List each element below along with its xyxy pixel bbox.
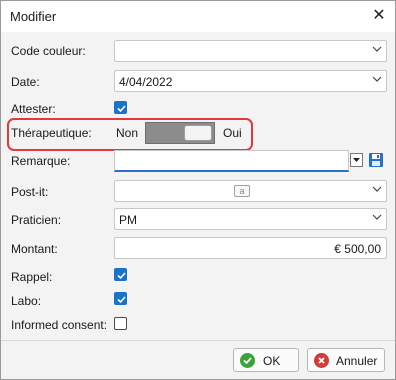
informed-consent-checkbox[interactable] bbox=[114, 317, 127, 330]
cancel-circle-icon bbox=[314, 353, 329, 368]
dialog-title: Modifier bbox=[10, 9, 57, 24]
chevron-down-icon bbox=[372, 46, 382, 52]
switch-off-label: Non bbox=[116, 126, 139, 140]
checkmark-icon bbox=[117, 296, 126, 304]
checkmark-icon bbox=[117, 105, 126, 113]
montant-value: € 500,00 bbox=[334, 242, 381, 256]
title-bar: Modifier ✕ bbox=[1, 1, 395, 32]
switch-on-label: Oui bbox=[223, 126, 242, 140]
post-it-icon: a bbox=[234, 185, 250, 197]
praticien-value: PM bbox=[119, 213, 137, 227]
ok-label: OK bbox=[263, 354, 281, 368]
cancel-button[interactable]: Annuler bbox=[307, 348, 385, 372]
cancel-label: Annuler bbox=[336, 354, 378, 368]
date-picker[interactable]: 4/04/2022 bbox=[114, 70, 387, 92]
postit-select[interactable] bbox=[114, 180, 387, 202]
toggle-knob[interactable] bbox=[184, 125, 212, 141]
praticien-select[interactable]: PM bbox=[114, 208, 387, 230]
labo-label: Labo: bbox=[11, 294, 42, 308]
remarque-label: Remarque: bbox=[11, 154, 71, 168]
remarque-dropdown-button[interactable] bbox=[350, 153, 363, 167]
therapeutique-label: Thérapeutique: bbox=[11, 126, 92, 140]
date-value: 4/04/2022 bbox=[119, 75, 173, 89]
dropdown-arrow-icon bbox=[353, 158, 360, 162]
checkmark-icon bbox=[117, 272, 126, 280]
chevron-down-icon bbox=[372, 214, 382, 220]
save-icon[interactable] bbox=[368, 152, 384, 168]
attester-checkbox[interactable] bbox=[114, 101, 127, 114]
informed-consent-label: Informed consent: bbox=[11, 318, 108, 332]
rappel-label: Rappel: bbox=[11, 270, 53, 284]
chevron-down-icon bbox=[372, 186, 382, 192]
ok-button[interactable]: OK bbox=[233, 348, 299, 372]
chevron-down-icon bbox=[372, 76, 382, 82]
attester-label: Attester: bbox=[11, 102, 56, 116]
postit-label: Post-it: bbox=[11, 185, 49, 199]
code-couleur-label: Code couleur: bbox=[11, 44, 86, 58]
montant-label: Montant: bbox=[11, 242, 58, 256]
check-circle-icon bbox=[240, 353, 255, 368]
praticien-label: Praticien: bbox=[11, 213, 62, 227]
montant-input[interactable]: € 500,00 bbox=[114, 237, 387, 259]
footer-divider bbox=[1, 340, 395, 341]
labo-checkbox[interactable] bbox=[114, 292, 127, 305]
therapeutique-toggle[interactable] bbox=[145, 122, 215, 144]
modifier-dialog: Modifier ✕ Code couleur: Date: 4/04/2022… bbox=[0, 0, 396, 380]
rappel-checkbox[interactable] bbox=[114, 268, 127, 281]
close-icon[interactable]: ✕ bbox=[367, 5, 391, 27]
date-label: Date: bbox=[11, 75, 40, 89]
code-couleur-select[interactable] bbox=[114, 40, 387, 62]
remarque-input[interactable] bbox=[114, 150, 349, 172]
